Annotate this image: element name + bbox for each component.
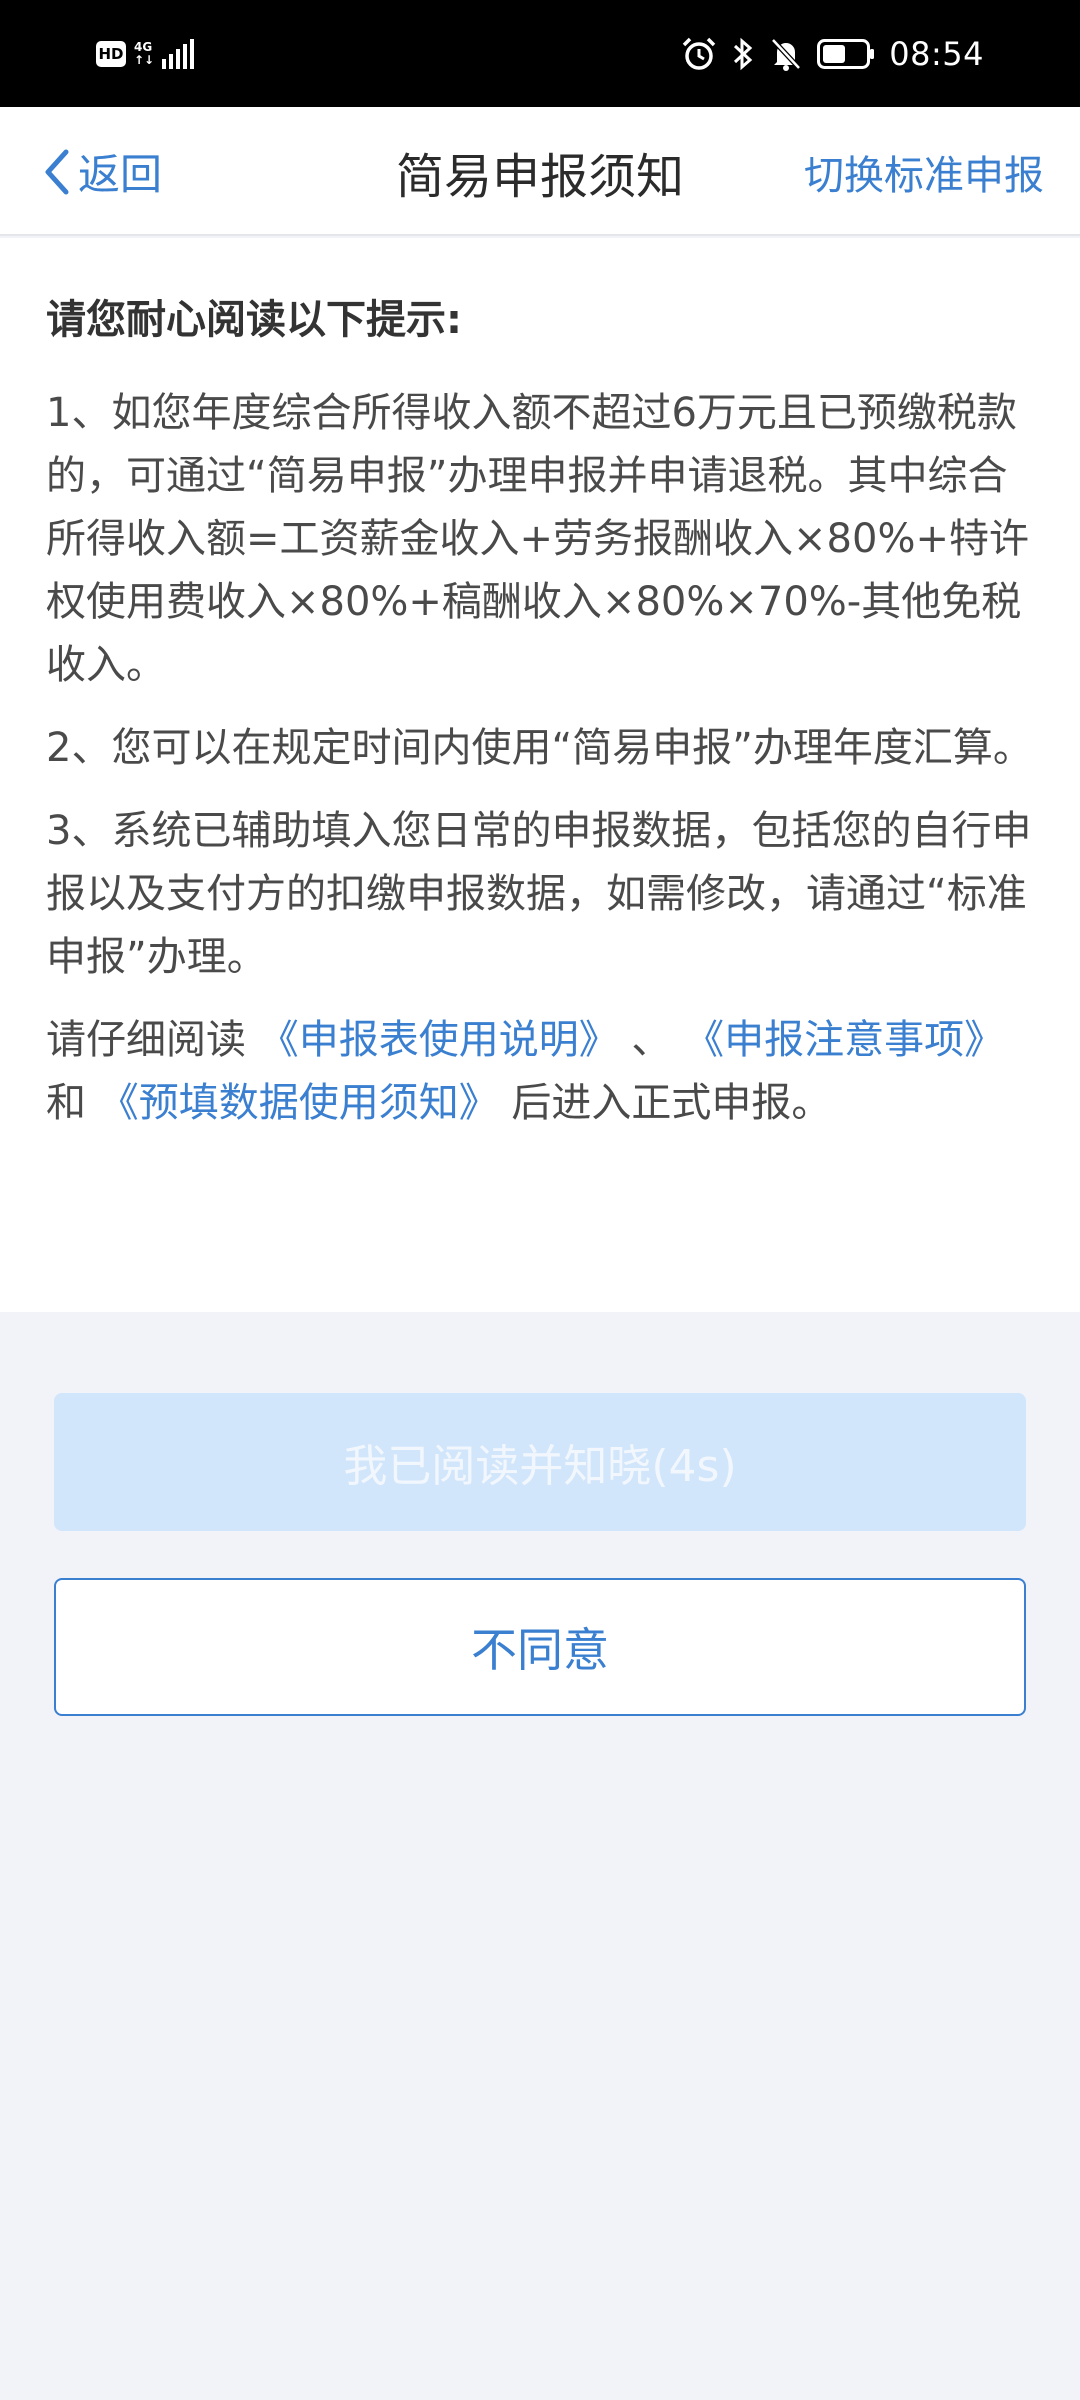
agree-button[interactable]: 我已阅读并知晓(4s) <box>54 1393 1026 1531</box>
disagree-button[interactable]: 不同意 <box>54 1578 1026 1716</box>
bluetooth-icon <box>734 37 753 71</box>
chevron-left-icon <box>45 149 69 194</box>
signal-icon <box>162 39 195 69</box>
network-activity-icon: ↑↓ <box>134 53 155 67</box>
status-right-indicators: 08:54 <box>681 30 984 78</box>
battery-icon <box>817 39 875 69</box>
back-button[interactable]: 返回 <box>42 107 162 236</box>
form-instructions-link[interactable]: 《申报表使用说明》 <box>259 1017 619 1063</box>
notice-item-2: 2、您可以在规定时间内使用“简易申报”办理年度汇算。 <box>46 725 1033 771</box>
notice-content: 请您耐心阅读以下提示: 1、如您年度综合所得收入额不超过6万元且已预缴税款的，可… <box>0 238 1080 1312</box>
read-prefix: 请仔细阅读 <box>46 1017 259 1063</box>
switch-standard-declaration-link[interactable]: 切换标准申报 <box>804 107 1044 236</box>
back-label: 返回 <box>78 150 163 199</box>
hd-badge: HD <box>96 41 126 67</box>
status-time: 08:54 <box>889 35 984 73</box>
notice-heading: 请您耐心阅读以下提示: <box>46 297 462 343</box>
read-suffix: 后进入正式申报。 <box>498 1080 832 1126</box>
mute-bell-icon <box>771 38 802 71</box>
network-type: 4G ↑↓ <box>134 41 154 67</box>
alarm-icon <box>683 37 716 70</box>
notice-read-instruction: 请仔细阅读 《申报表使用说明》 、 《申报注意事项》和 《预填数据使用须知》 后… <box>46 1009 1034 1135</box>
prefilled-data-notice-link[interactable]: 《预填数据使用须知》 <box>99 1080 499 1126</box>
notice-item-3: 3、系统已辅助填入您日常的申报数据，包括您的自行申报以及支付方的扣缴申报数据，如… <box>46 808 1032 980</box>
nav-bar: 返回 简易申报须知 切换标准申报 <box>0 107 1080 236</box>
separator-2: 和 <box>46 1080 99 1126</box>
separator-1: 、 <box>618 1017 685 1063</box>
declaration-notes-link[interactable]: 《申报注意事项》 <box>684 1017 1004 1063</box>
status-left-indicators: HD 4G ↑↓ <box>96 32 196 76</box>
notice-item-1: 1、如您年度综合所得收入额不超过6万元且已预缴税款的，可通过“简易申报”办理申报… <box>46 390 1029 688</box>
status-bar: HD 4G ↑↓ 08:54 <box>0 0 1080 107</box>
